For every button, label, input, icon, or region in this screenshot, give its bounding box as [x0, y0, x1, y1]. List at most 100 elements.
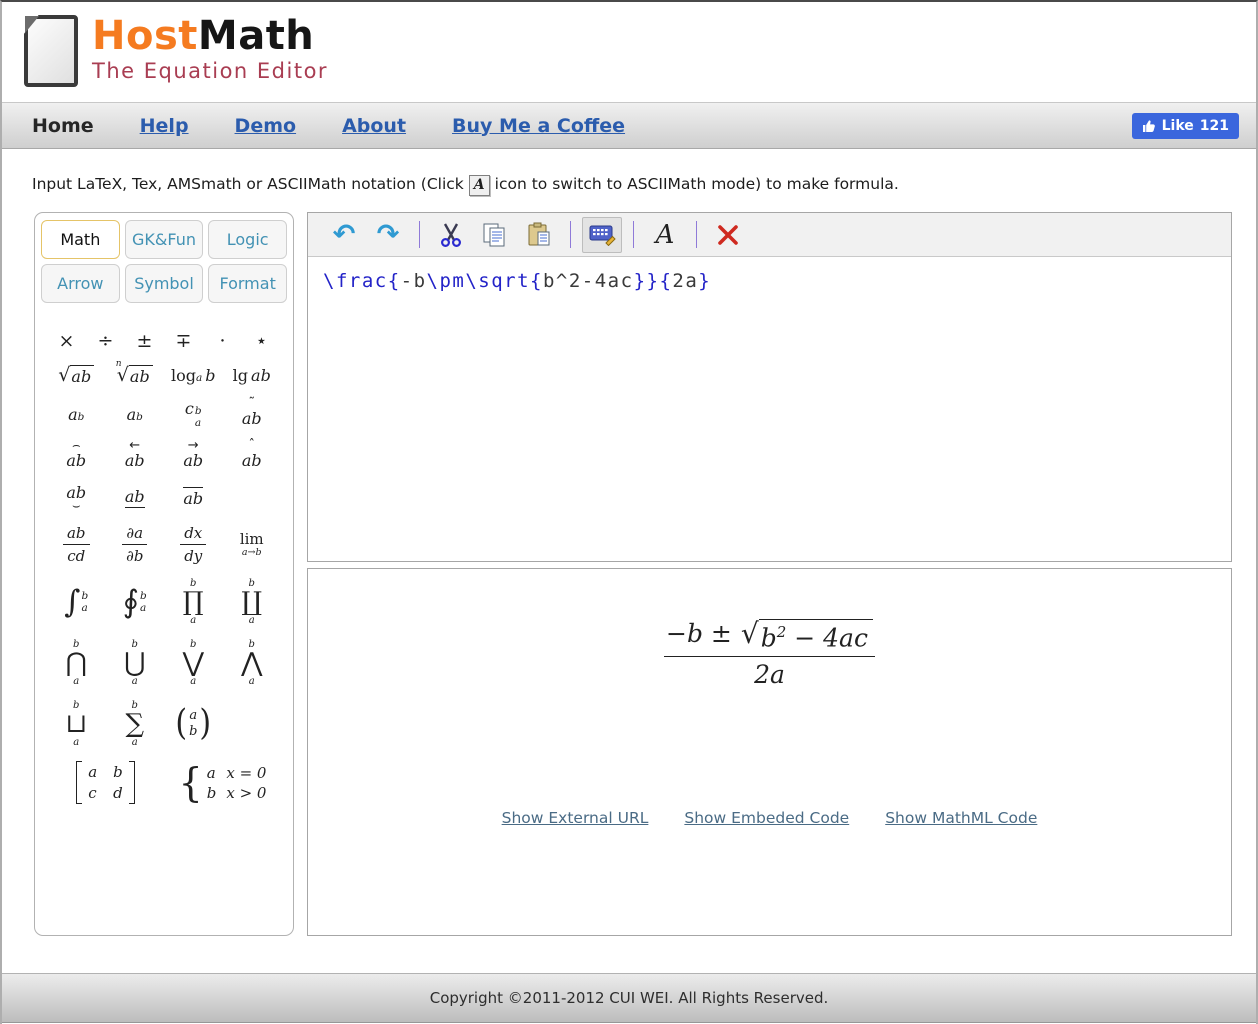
palette-row: ⌣ab ab ab [47, 483, 281, 511]
nav-item-about[interactable]: About [342, 115, 406, 137]
palette-item[interactable]: ∫ba [64, 587, 88, 618]
palette-row: b⋂a b⋃a b⋁a b⋀a [47, 639, 281, 687]
toolbar-separator [696, 221, 697, 248]
palette-item[interactable]: b⋀a [241, 639, 262, 687]
palette-item[interactable]: ∮ba [123, 587, 147, 618]
radicand: b2 − 4ac [759, 619, 873, 652]
palette-item[interactable]: ˆab [242, 442, 262, 470]
facebook-like-button[interactable]: Like 121 [1132, 113, 1239, 139]
header: HostMath The Equation Editor [2, 2, 1256, 102]
instruction-before: Input LaTeX, Tex, AMSmath or ASCIIMath n… [32, 175, 464, 193]
palette-item[interactable]: ÷ [98, 330, 114, 352]
palette-item[interactable]: ab [125, 487, 145, 508]
palette-item[interactable]: b⋁a [183, 639, 204, 687]
palette-item[interactable]: b⋂a [66, 639, 87, 687]
instruction-text: Input LaTeX, Tex, AMSmath or ASCIIMath n… [32, 175, 1256, 196]
tab-arrow[interactable]: Arrow [41, 264, 120, 303]
ascii-mode-button[interactable]: A [645, 217, 685, 253]
palette-item[interactable]: b∑a [125, 700, 144, 748]
link-show-external-url[interactable]: Show External URL [502, 809, 649, 827]
palette-item[interactable]: logab [171, 366, 216, 385]
nav-item-buy-me-a-coffee[interactable]: Buy Me a Coffee [452, 115, 625, 137]
toolbar-separator [633, 221, 634, 248]
palette-item[interactable]: √ab [58, 365, 94, 386]
paste-icon [525, 222, 553, 248]
palette-row: ⌢ab ←ab →ab ˆab [47, 442, 281, 470]
keyboard-icon [589, 223, 616, 246]
palette-item[interactable]: lgab [233, 366, 271, 385]
clear-x-icon [716, 223, 740, 247]
tab-symbol[interactable]: Symbol [125, 264, 204, 303]
clear-button[interactable] [708, 217, 748, 253]
paste-button[interactable] [519, 217, 559, 253]
virtual-keyboard-button[interactable] [582, 217, 622, 253]
palette-item[interactable]: ⌢ab [66, 442, 86, 470]
copy-icon [481, 222, 509, 248]
page: HostMath The Equation Editor HomeHelpDem… [0, 0, 1258, 1024]
palette-item[interactable]: ˜ab [242, 400, 262, 428]
radical-sign: √ [741, 619, 759, 648]
editor-column: ↶ ↷ A [307, 212, 1232, 936]
nav-item-home[interactable]: Home [32, 115, 94, 137]
symbol-palette-panel: MathGK&FunLogic ArrowSymbolFormat × ÷ ± ∓ ⋅ ⋆ √… [34, 212, 294, 936]
undo-button[interactable]: ↶ [324, 217, 364, 253]
palette-item[interactable]: cba [185, 399, 202, 429]
toolbar-separator [570, 221, 571, 248]
radicand-tail: − 4ac [786, 623, 868, 652]
editor-panel: ↶ ↷ A [307, 212, 1232, 562]
palette-item[interactable]: {ax = 0bx > 0 [179, 764, 267, 802]
nav-item-help[interactable]: Help [140, 115, 189, 137]
palette-item[interactable]: ab [127, 405, 143, 424]
nav-item-demo[interactable]: Demo [235, 115, 297, 137]
ascii-a-inline-icon: A [469, 175, 490, 196]
palette-item[interactable]: b⋃a [124, 639, 145, 687]
link-show-embeded-code[interactable]: Show Embeded Code [684, 809, 849, 827]
nav-bar: Home Help Demo About Buy Me a Coffee Like 12… [2, 102, 1256, 149]
main-content: MathGK&FunLogic ArrowSymbolFormat × ÷ ± ∓ ⋅ ⋆ √… [34, 212, 1232, 936]
palette-item[interactable]: abcd [76, 761, 135, 804]
palette-item[interactable]: abcd [63, 524, 90, 565]
palette-item[interactable]: ∓ [176, 330, 192, 352]
hostmath-logo[interactable]: HostMath The Equation Editor [24, 15, 328, 87]
latex-input[interactable]: \frac{-b\pm\sqrt{b^2-4ac}}{2a} [308, 257, 1231, 547]
palette-item[interactable]: ab [183, 487, 203, 508]
thumbs-up-icon [1142, 120, 1156, 133]
palette-item[interactable]: b∐a [241, 578, 262, 626]
palette-row: ab ab cba ˜ab [47, 399, 281, 429]
cut-button[interactable] [431, 217, 471, 253]
palette-item[interactable]: ⋅ [219, 330, 226, 352]
tab-format[interactable]: Format [208, 264, 287, 303]
palette-item[interactable]: b⊔a [65, 700, 87, 748]
preview-links: Show External URL Show Embeded Code Show M… [308, 809, 1231, 827]
link-show-mathml-code[interactable]: Show MathML Code [885, 809, 1037, 827]
palette-item[interactable]: ⌣ab [66, 483, 86, 511]
site-subtitle: The Equation Editor [92, 60, 328, 82]
like-label: Like [1162, 118, 1194, 134]
footer: Copyright ©2011-2012 CUI WEI. All Rights… [2, 973, 1256, 1023]
palette-item[interactable]: ab [68, 405, 84, 424]
site-title: HostMath [92, 15, 328, 57]
copy-button[interactable] [475, 217, 515, 253]
site-title-host: Host [92, 13, 198, 59]
tab-gk-fun[interactable]: GK&Fun [125, 220, 204, 259]
palette-item[interactable]: →ab [183, 442, 203, 470]
palette-item[interactable]: lima→b [240, 532, 264, 558]
palette-item[interactable]: b∏a [183, 578, 204, 626]
nav-links: Home Help Demo About Buy Me a Coffee [32, 115, 671, 137]
palette-item[interactable]: ⋆ [256, 330, 268, 352]
formula-denominator: 2a [664, 656, 875, 689]
site-title-math: Math [198, 13, 314, 59]
tab-math[interactable]: Math [41, 220, 120, 259]
redo-button[interactable]: ↷ [368, 217, 408, 253]
formula-fraction: −b ± √ b2 − 4ac 2a [664, 619, 875, 689]
palette-item[interactable]: × [59, 330, 75, 352]
palette-item[interactable]: ←ab [125, 442, 145, 470]
palette-item[interactable]: ∂a∂b [122, 524, 147, 565]
tab-logic[interactable]: Logic [208, 220, 287, 259]
palette-item[interactable]: ± [137, 330, 153, 352]
palette-row: abcd ∂a∂b dxdy lima→b [47, 524, 281, 565]
cut-icon [438, 222, 464, 248]
palette-item[interactable]: dxdy [180, 524, 206, 565]
palette-item[interactable]: n√ab [117, 365, 153, 386]
palette-item[interactable]: (ab) [175, 708, 211, 741]
